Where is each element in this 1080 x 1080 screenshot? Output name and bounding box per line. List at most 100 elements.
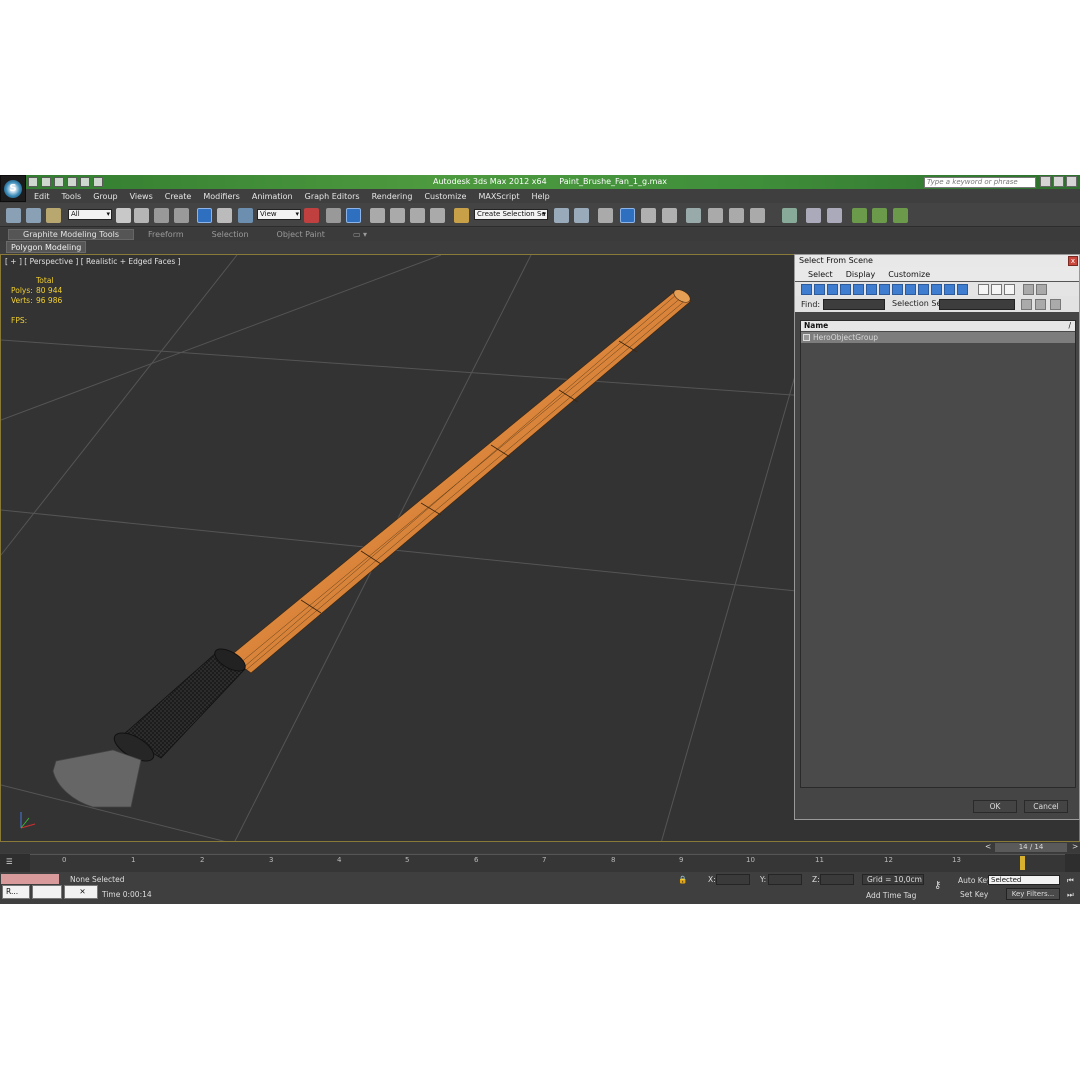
filter-cameras-icon[interactable] [840,283,851,295]
layer-manager-icon[interactable] [598,208,613,223]
percent-snap-icon[interactable] [410,208,425,223]
add-time-tag[interactable]: Add Time Tag [866,891,916,900]
curve-editor-icon[interactable] [641,208,656,223]
filter-frozen-icon[interactable] [931,283,942,295]
cancel-button[interactable]: Cancel [1024,800,1068,813]
z-coordinate-field[interactable] [820,874,854,885]
selection-set-dropdown[interactable] [939,299,1015,310]
bind-spacewarp-icon[interactable] [46,208,61,223]
undo-icon[interactable] [67,177,77,187]
search-input[interactable]: Type a keyword or phrase [924,177,1036,188]
polygon-modeling-panel[interactable]: Polygon Modeling [6,241,87,253]
rotate-icon[interactable] [217,208,232,223]
menu-help[interactable]: Help [532,192,550,201]
track-bar-icon[interactable]: ☰ [6,857,13,866]
key-mode-dropdown[interactable]: Selected [988,875,1060,885]
ok-button[interactable]: OK [973,800,1017,813]
viewport-label[interactable]: [ + ] [ Perspective ] [ Realistic + Edge… [5,257,181,266]
menu-tools[interactable]: Tools [62,192,82,201]
close-icon[interactable]: ✕ [64,885,98,899]
filter-spacewarps-icon[interactable] [866,283,877,295]
extra-tool-3-icon[interactable] [827,208,842,223]
unlink-icon[interactable] [26,208,41,223]
menu-edit[interactable]: Edit [34,192,50,201]
menu-create[interactable]: Create [165,192,192,201]
current-frame-marker[interactable] [1020,856,1025,870]
menu-customize[interactable]: Customize [424,192,466,201]
key-filters-button[interactable]: Key Filters... [1006,888,1060,900]
binoculars-icon[interactable] [1040,176,1051,187]
save-icon[interactable] [54,177,64,187]
snaps-toggle-icon[interactable] [370,208,385,223]
select-by-name-icon[interactable] [134,208,149,223]
filter-geometry-icon[interactable] [801,283,812,295]
taskbar-item[interactable]: R... [2,885,30,899]
redo-icon[interactable] [80,177,90,187]
menu-group[interactable]: Group [93,192,117,201]
extra-tool-4-icon[interactable] [852,208,867,223]
track-bar-ruler[interactable]: 0 1 2 3 4 5 6 7 8 9 10 11 12 13 [30,854,1065,872]
new-icon[interactable] [28,177,38,187]
application-button[interactable]: S [0,175,26,202]
ribbon-options-icon[interactable]: ▭ ▾ [339,230,381,239]
layer-icon[interactable] [1050,299,1061,310]
keyboard-shortcut-toggle-icon[interactable] [346,208,361,223]
maxscript-listener[interactable] [1,874,59,884]
x-coordinate-field[interactable] [716,874,750,885]
edit-named-selection-icon[interactable] [454,208,469,223]
move-icon[interactable] [197,208,212,223]
angle-snap-icon[interactable] [390,208,405,223]
auto-key-button[interactable]: Auto Key [958,876,991,885]
dialog-menu-customize[interactable]: Customize [888,270,930,279]
menu-views[interactable]: Views [130,192,153,201]
go-to-start-icon[interactable]: ⏮ [1067,876,1074,886]
schematic-view-icon[interactable] [662,208,677,223]
extra-tool-5-icon[interactable] [872,208,887,223]
select-object-icon[interactable] [116,208,131,223]
column-name[interactable]: Name [801,321,1075,331]
object-list[interactable]: Name HeroObjectGroup [800,320,1076,788]
tab-selection[interactable]: Selection [198,230,263,239]
material-editor-icon[interactable] [686,208,701,223]
go-to-end-icon[interactable]: ⏭ [1067,890,1074,900]
key-icon[interactable]: ⚷ [934,880,941,891]
filter-helpers-icon[interactable] [853,283,864,295]
dialog-menu-select[interactable]: Select [808,270,833,279]
list-item[interactable]: HeroObjectGroup [801,332,1075,343]
time-slider-prev[interactable]: < [985,842,991,851]
rendered-frame-icon[interactable] [729,208,744,223]
select-manipulate-icon[interactable] [326,208,341,223]
filter-lights-icon[interactable] [827,283,838,295]
filter-shapes-icon[interactable] [814,283,825,295]
y-coordinate-field[interactable] [768,874,802,885]
selection-filter-dropdown[interactable]: All [68,209,112,220]
menu-maxscript[interactable]: MAXScript [478,192,519,201]
filter-containers-icon[interactable] [918,283,929,295]
time-slider-thumb[interactable]: 14 / 14 [995,843,1067,852]
select-none-icon[interactable] [991,283,1002,295]
spinner-snap-icon[interactable] [430,208,445,223]
menu-rendering[interactable]: Rendering [372,192,413,201]
scale-icon[interactable] [238,208,253,223]
select-all-icon[interactable] [978,283,989,295]
extra-tool-2-icon[interactable] [806,208,821,223]
set-key-button[interactable]: Set Key [960,890,988,899]
extra-tool-1-icon[interactable] [782,208,797,223]
help-icon[interactable] [1066,176,1077,187]
tree-icon[interactable] [1035,299,1046,310]
graphite-toggle-icon[interactable] [620,208,635,223]
taskbar-item-2[interactable] [32,885,62,899]
menu-graph-editors[interactable]: Graph Editors [305,192,360,201]
rectangle-selection-icon[interactable] [154,208,169,223]
funnel-icon[interactable] [1023,283,1034,295]
window-crossing-icon[interactable] [174,208,189,223]
tab-freeform[interactable]: Freeform [134,230,198,239]
filter-groups-icon[interactable] [879,283,890,295]
render-setup-icon[interactable] [708,208,723,223]
named-selection-set-dropdown[interactable]: Create Selection Se [474,209,548,220]
link-icon[interactable] [6,208,21,223]
extra-tool-6-icon[interactable] [893,208,908,223]
menu-animation[interactable]: Animation [252,192,293,201]
project-icon[interactable] [93,177,103,187]
tab-graphite-modeling-tools[interactable]: Graphite Modeling Tools [8,229,135,240]
